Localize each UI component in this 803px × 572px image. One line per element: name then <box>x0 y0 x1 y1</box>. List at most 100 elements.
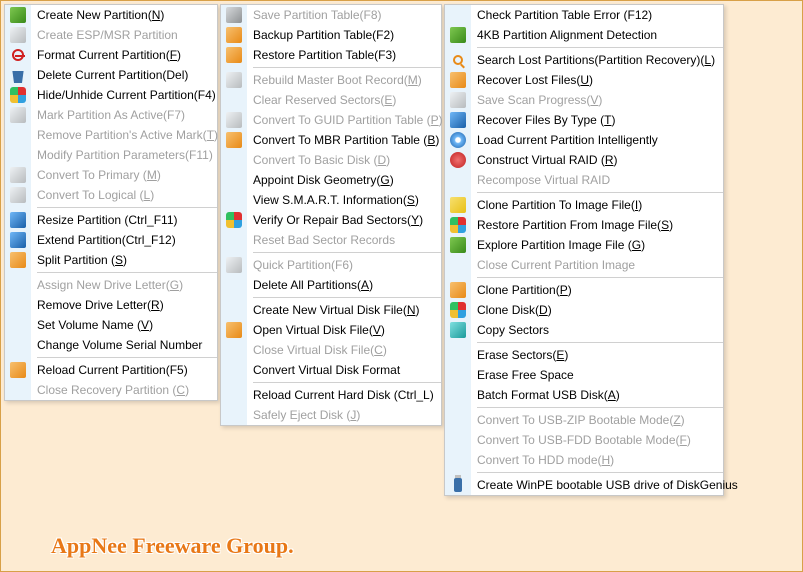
resize-partition-icon <box>10 212 26 228</box>
extend-partition[interactable]: Extend Partition(Ctrl_F12) <box>5 230 217 250</box>
save-scan-progress-icon <box>450 92 466 108</box>
context-menu: Check Partition Table Error (F12) 4KB Par… <box>444 4 724 496</box>
set-volume-name[interactable]: Set Volume Name (V) <box>5 315 217 335</box>
safely-eject-disk: Safely Eject Disk (J) <box>221 405 441 425</box>
change-volume-serial[interactable]: Change Volume Serial Number <box>5 335 217 355</box>
clone-partition-to-image[interactable]: Clone Partition To Image File(I) <box>445 195 723 215</box>
menu-item-label: Batch Format USB Disk(A) <box>471 388 620 402</box>
menu-item-label: Construct Virtual RAID (R) <box>471 153 618 167</box>
hide-unhide-partition[interactable]: Hide/Unhide Current Partition(F4) <box>5 85 217 105</box>
menu-item-label: Clone Partition To Image File(I) <box>471 198 642 212</box>
search-lost-partitions-icon <box>453 55 463 65</box>
menu-item-label: Recover Lost Files(U) <box>471 73 593 87</box>
menu-item-label: Backup Partition Table(F2) <box>247 28 394 42</box>
menu-item-label: View S.M.A.R.T. Information(S) <box>247 193 419 207</box>
menu-item-label: Convert Virtual Disk Format <box>247 363 400 377</box>
menu-item-label: 4KB Partition Alignment Detection <box>471 28 657 42</box>
convert-to-primary: Convert To Primary (M) <box>5 165 217 185</box>
4kb-alignment-detection[interactable]: 4KB Partition Alignment Detection <box>445 25 723 45</box>
menu-item-label: Mark Partition As Active(F7) <box>31 108 185 122</box>
convert-to-basic-disk: Convert To Basic Disk (D) <box>221 150 441 170</box>
resize-partition[interactable]: Resize Partition (Ctrl_F11) <box>5 210 217 230</box>
erase-free-space[interactable]: Erase Free Space <box>445 365 723 385</box>
menu-item-label: Explore Partition Image File (G) <box>471 238 645 252</box>
menu-item-label: Create WinPE bootable USB drive of DiskG… <box>471 478 738 492</box>
save-scan-progress: Save Scan Progress(V) <box>445 90 723 110</box>
clone-partition[interactable]: Clone Partition(P) <box>445 280 723 300</box>
create-winpe-usb[interactable]: Create WinPE bootable USB drive of DiskG… <box>445 475 723 495</box>
menu-item-label: Reload Current Hard Disk (Ctrl_L) <box>247 388 434 402</box>
menu-item-label: Load Current Partition Intelligently <box>471 133 658 147</box>
split-partition[interactable]: Split Partition (S) <box>5 250 217 270</box>
menu-item-label: Safely Eject Disk (J) <box>247 408 360 422</box>
copy-sectors[interactable]: Copy Sectors <box>445 320 723 340</box>
menu-item-label: Resize Partition (Ctrl_F11) <box>31 213 177 227</box>
quick-partition: Quick Partition(F6) <box>221 255 441 275</box>
recover-lost-files[interactable]: Recover Lost Files(U) <box>445 70 723 90</box>
search-lost-partitions[interactable]: Search Lost Partitions(Partition Recover… <box>445 50 723 70</box>
view-smart-info[interactable]: View S.M.A.R.T. Information(S) <box>221 190 441 210</box>
reload-current-hard-disk[interactable]: Reload Current Hard Disk (Ctrl_L) <box>221 385 441 405</box>
format-current-partition[interactable]: Format Current Partition(F) <box>5 45 217 65</box>
clone-disk-icon <box>450 302 466 318</box>
delete-all-partitions[interactable]: Delete All Partitions(A) <box>221 275 441 295</box>
construct-virtual-raid[interactable]: Construct Virtual RAID (R) <box>445 150 723 170</box>
recompose-virtual-raid: Recompose Virtual RAID <box>445 170 723 190</box>
recover-files-by-type[interactable]: Recover Files By Type (T) <box>445 110 723 130</box>
load-partition-intelligently[interactable]: Load Current Partition Intelligently <box>445 130 723 150</box>
appoint-disk-geometry[interactable]: Appoint Disk Geometry(G) <box>221 170 441 190</box>
close-recovery-partition: Close Recovery Partition (C) <box>5 380 217 400</box>
convert-to-mbr[interactable]: Convert To MBR Partition Table (B) <box>221 130 441 150</box>
erase-sectors[interactable]: Erase Sectors(E) <box>445 345 723 365</box>
menu-item-label: Clear Reserved Sectors(E) <box>247 93 396 107</box>
menu-item-label: Change Volume Serial Number <box>31 338 202 352</box>
menu-item-label: Copy Sectors <box>471 323 549 337</box>
verify-repair-bad-sectors[interactable]: Verify Or Repair Bad Sectors(Y) <box>221 210 441 230</box>
open-virtual-disk-icon <box>226 322 242 338</box>
delete-current-partition-icon <box>10 67 26 83</box>
menu-item-label: Create ESP/MSR Partition <box>31 28 178 42</box>
split-partition-icon <box>10 252 26 268</box>
menu-item-label: Convert To GUID Partition Table (P) <box>247 113 443 127</box>
batch-format-usb[interactable]: Batch Format USB Disk(A) <box>445 385 723 405</box>
menu-item-label: Close Virtual Disk File(C) <box>247 343 387 357</box>
hide-unhide-partition-icon <box>10 87 26 103</box>
restore-partition-table[interactable]: Restore Partition Table(F3) <box>221 45 441 65</box>
clone-disk[interactable]: Clone Disk(D) <box>445 300 723 320</box>
create-virtual-disk[interactable]: Create New Virtual Disk File(N) <box>221 300 441 320</box>
convert-usb-zip: Convert To USB-ZIP Bootable Mode(Z) <box>445 410 723 430</box>
create-new-partition[interactable]: Create New Partition(N) <box>5 5 217 25</box>
menu-item-label: Convert To Basic Disk (D) <box>247 153 390 167</box>
mark-partition-active: Mark Partition As Active(F7) <box>5 105 217 125</box>
restore-partition-table-icon <box>226 47 242 63</box>
menu-item-label: Erase Free Space <box>471 368 574 382</box>
menu-item-label: Remove Partition's Active Mark(T) <box>31 128 218 142</box>
explore-partition-image-icon <box>450 237 466 253</box>
explore-partition-image[interactable]: Explore Partition Image File (G) <box>445 235 723 255</box>
menu-item-label: Quick Partition(F6) <box>247 258 353 272</box>
menu-item-label: Convert To USB-FDD Bootable Mode(F) <box>471 433 691 447</box>
menu-item-label: Delete All Partitions(A) <box>247 278 373 292</box>
open-virtual-disk[interactable]: Open Virtual Disk File(V) <box>221 320 441 340</box>
remove-drive-letter[interactable]: Remove Drive Letter(R) <box>5 295 217 315</box>
menu-item-label: Hide/Unhide Current Partition(F4) <box>31 88 216 102</box>
reload-current-partition[interactable]: Reload Current Partition(F5) <box>5 360 217 380</box>
menu-item-label: Convert To Primary (M) <box>31 168 161 182</box>
menu-item-label: Create New Virtual Disk File(N) <box>247 303 420 317</box>
delete-current-partition[interactable]: Delete Current Partition(Del) <box>5 65 217 85</box>
mark-partition-active-icon <box>10 107 26 123</box>
backup-partition-table[interactable]: Backup Partition Table(F2) <box>221 25 441 45</box>
check-partition-table-error[interactable]: Check Partition Table Error (F12) <box>445 5 723 25</box>
menu-item-label: Create New Partition(N) <box>31 8 164 22</box>
context-menu: Save Partition Table(F8)Backup Partition… <box>220 4 442 426</box>
convert-usb-fdd: Convert To USB-FDD Bootable Mode(F) <box>445 430 723 450</box>
load-partition-intelligently-icon <box>450 132 466 148</box>
clear-reserved-sectors: Clear Reserved Sectors(E) <box>221 90 441 110</box>
menu-item-label: Close Recovery Partition (C) <box>31 383 189 397</box>
extend-partition-icon <box>10 232 26 248</box>
convert-virtual-disk-format[interactable]: Convert Virtual Disk Format <box>221 360 441 380</box>
menu-item-label: Format Current Partition(F) <box>31 48 181 62</box>
menu-item-label: Convert To Logical (L) <box>31 188 154 202</box>
menu-item-label: Close Current Partition Image <box>471 258 635 272</box>
restore-partition-from-image[interactable]: Restore Partition From Image File(S) <box>445 215 723 235</box>
